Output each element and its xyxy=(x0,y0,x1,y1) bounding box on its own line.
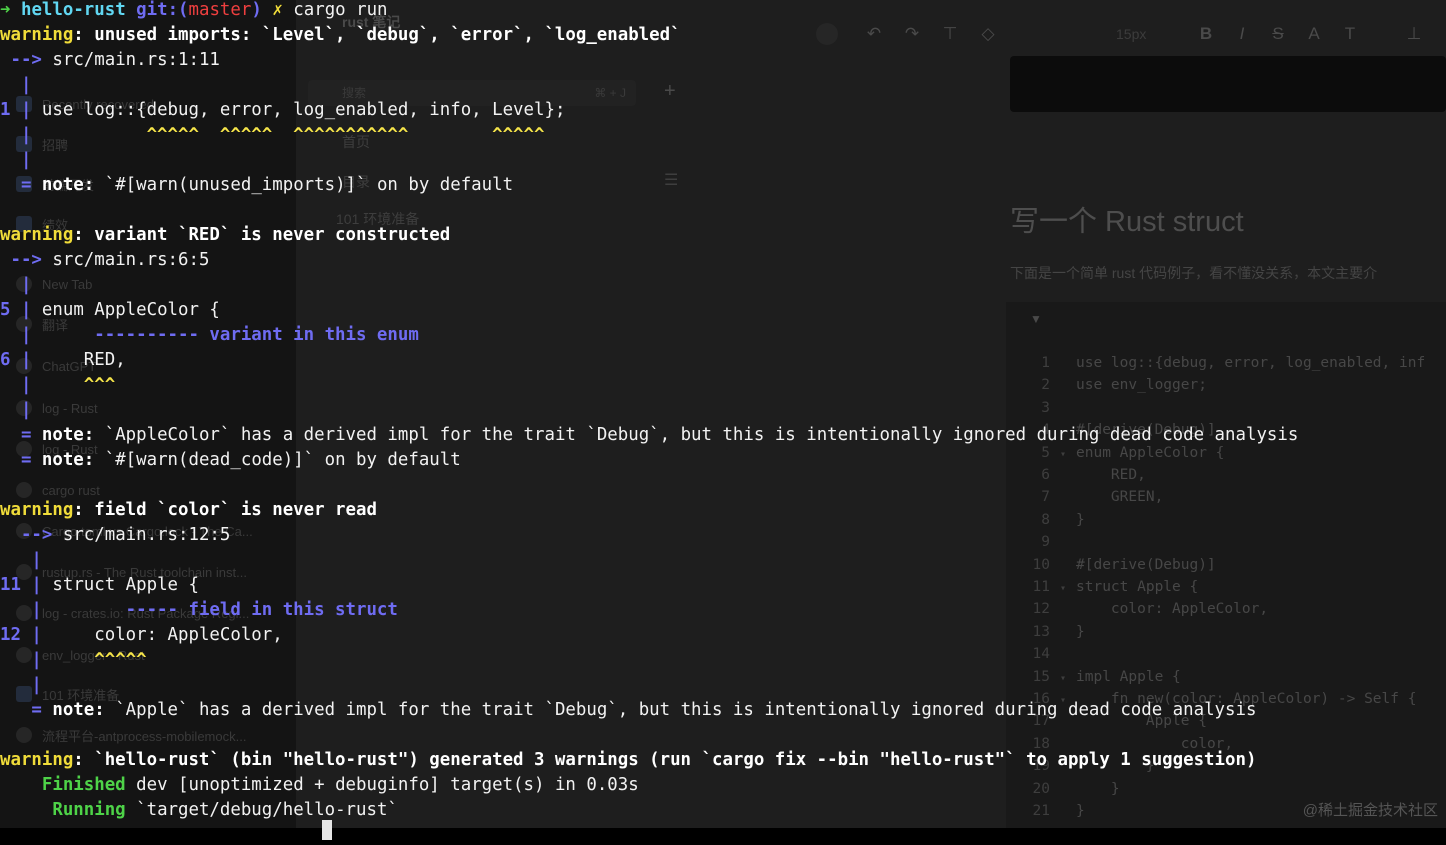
source-code: RED, xyxy=(41,350,126,370)
note-text: `#[warn(dead_code)]` on by default xyxy=(104,450,461,470)
marker-text: ^^^^^ ^^^^^ ^^^^^^^^^^^ ^^^^^ xyxy=(41,125,545,145)
line-number: 12 xyxy=(0,625,21,645)
source-code: struct Apple { xyxy=(52,575,199,595)
prompt-dirty-mark: ✗ xyxy=(272,0,283,20)
gutter-line: | xyxy=(0,550,42,570)
source-line: 12 | color: AppleColor, xyxy=(0,625,283,645)
marker-line: | ---------- variant in this enum xyxy=(0,325,419,345)
marker-line: | ----- field in this struct xyxy=(0,600,398,620)
terminal-cursor[interactable] xyxy=(322,820,332,845)
marker-text: ---------- variant in this enum xyxy=(41,325,419,345)
source-code: color: AppleColor, xyxy=(52,625,283,645)
warning-message: : unused imports: `Level`, `debug`, `err… xyxy=(73,25,681,45)
gutter-line: | xyxy=(0,275,32,295)
location-text: src/main.rs:6:5 xyxy=(52,250,210,270)
line-number: 6 xyxy=(0,350,11,370)
running-line: Running `target/debug/hello-rust` xyxy=(0,798,398,823)
marker-text: ----- field in this struct xyxy=(52,600,398,620)
terminal-prompt-line: ➜ hello-rust git:(master) ✗ cargo run xyxy=(0,0,388,23)
warning-message: : variant `RED` is never constructed xyxy=(73,225,451,245)
line-number: 5 xyxy=(0,300,11,320)
note-line: = note: `#[warn(dead_code)]` on by defau… xyxy=(0,450,461,470)
location-line: --> src/main.rs:6:5 xyxy=(0,250,210,270)
finished-text: dev [unoptimized + debuginfo] target(s) … xyxy=(136,775,639,795)
note-label: note xyxy=(41,450,84,470)
note-text: `#[warn(unused_imports)]` on by default xyxy=(104,175,514,195)
warning-label: warning xyxy=(0,225,74,245)
watermark: @稀土掘金技术社区 xyxy=(1302,802,1438,819)
summary-line: warning: `hello-rust` (bin "hello-rust")… xyxy=(0,748,1256,773)
source-line: 1 | use log::{debug, error, log_enabled,… xyxy=(0,100,566,120)
gutter-line: | xyxy=(0,675,42,695)
warning-line: warning: variant `RED` is never construc… xyxy=(0,223,450,248)
location-text: src/main.rs:12:5 xyxy=(62,525,231,545)
location-line: --> src/main.rs:1:11 xyxy=(0,50,220,70)
note-label: note xyxy=(41,175,84,195)
source-line: 6 | RED, xyxy=(0,350,126,370)
prompt-branch: master xyxy=(188,0,252,20)
gutter-line: | xyxy=(0,75,32,95)
finished-label: Finished xyxy=(41,775,126,795)
source-code: use log::{debug, error, log_enabled, inf… xyxy=(41,100,566,120)
note-text: `Apple` has a derived impl for the trait… xyxy=(115,700,1257,720)
gutter-line: | xyxy=(0,400,32,420)
finished-line: Finished dev [unoptimized + debuginfo] t… xyxy=(0,773,639,798)
warning-label: warning xyxy=(0,25,74,45)
running-label: Running xyxy=(52,800,126,820)
marker-line: | ^^^^^ ^^^^^ ^^^^^^^^^^^ ^^^^^ xyxy=(0,125,545,145)
warning-message: : field `color` is never read xyxy=(73,500,377,520)
marker-line: | ^^^^^ xyxy=(0,650,147,670)
source-code: enum AppleColor { xyxy=(41,300,220,320)
prompt-command: cargo run xyxy=(293,0,388,20)
marker-text: ^^^ xyxy=(41,375,116,395)
warning-line: warning: unused imports: `Level`, `debug… xyxy=(0,23,681,48)
source-line: 11 | struct Apple { xyxy=(0,575,199,595)
terminal-output: ➜ hello-rust git:(master) ✗ cargo run wa… xyxy=(0,0,1446,840)
line-number: 1 xyxy=(0,100,11,120)
marker-line: | ^^^ xyxy=(0,375,116,395)
note-text: `AppleColor` has a derived impl for the … xyxy=(104,425,1299,445)
summary-text: : `hello-rust` (bin "hello-rust") genera… xyxy=(73,750,1257,770)
note-label: note xyxy=(41,425,84,445)
note-line: = note: `#[warn(unused_imports)]` on by … xyxy=(0,175,514,195)
marker-text: ^^^^^ xyxy=(52,650,147,670)
note-line: = note: `AppleColor` has a derived impl … xyxy=(0,425,1299,445)
warning-line: warning: field `color` is never read xyxy=(0,498,377,523)
gutter-line: | xyxy=(0,150,32,170)
note-line: = note: `Apple` has a derived impl for t… xyxy=(0,700,1257,720)
prompt-arrow: ➜ xyxy=(0,0,11,20)
prompt-git-close: ) xyxy=(251,0,262,20)
prompt-git: git:( xyxy=(136,0,189,20)
prompt-directory: hello-rust xyxy=(20,0,126,20)
line-number: 11 xyxy=(0,575,21,595)
running-text: `target/debug/hello-rust` xyxy=(136,800,398,820)
location-text: src/main.rs:1:11 xyxy=(52,50,220,70)
note-label: note xyxy=(52,700,95,720)
source-line: 5 | enum AppleColor { xyxy=(0,300,220,320)
warning-label: warning xyxy=(0,750,74,770)
location-line: --> src/main.rs:12:5 xyxy=(0,525,231,545)
warning-label: warning xyxy=(0,500,74,520)
